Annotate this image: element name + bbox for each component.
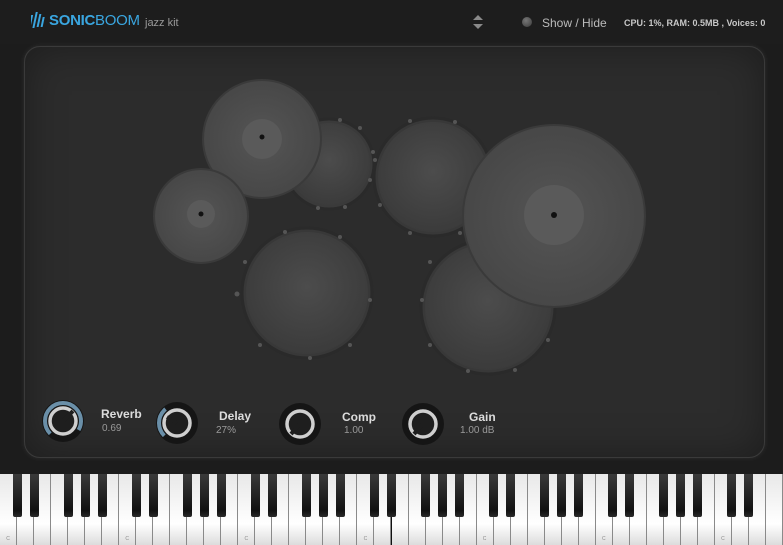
splash-cymbal[interactable] [153,168,249,264]
piano-black-key[interactable] [659,474,669,517]
show-hide-label[interactable]: Show / Hide [542,16,607,30]
piano-black-key[interactable] [301,474,311,517]
reverb-knob[interactable] [41,399,85,443]
piano-black-key[interactable] [574,474,584,517]
piano-black-key[interactable] [216,474,226,517]
comp-knob[interactable] [278,402,322,446]
piano-black-key[interactable] [540,474,550,517]
sonicboom-logo: SONICBOOM [31,11,140,29]
piano-black-key[interactable] [727,474,737,517]
preset-name[interactable]: jazz kit [145,17,179,29]
piano-black-key[interactable] [693,474,703,517]
piano-black-key[interactable] [80,474,90,517]
octave-c-label: C [721,536,725,542]
piano-white-key[interactable] [765,474,783,545]
piano-black-key[interactable] [12,474,22,517]
gain-knob[interactable] [401,402,445,446]
octave-c-label: C [601,536,606,542]
piano-black-key[interactable] [250,474,260,517]
comp-label: Comp [342,410,376,424]
brand-sonic: SONIC [49,11,96,29]
reverb-label: Reverb [101,407,142,421]
piano-keyboard: CCCCCCC [0,474,783,545]
piano-black-key[interactable] [744,474,754,517]
delay-knob[interactable] [155,401,199,445]
piano-black-key[interactable] [318,474,328,517]
piano-black-key[interactable] [369,474,379,517]
performance-stats: CPU: 1%, RAM: 0.5MB , Voices: 0 [624,18,766,28]
piano-black-key[interactable] [608,474,618,517]
show-hide-toggle[interactable] [522,17,532,27]
piano-black-key[interactable] [63,474,73,517]
octave-c-label: C [125,536,129,542]
octave-c-label: C [244,536,249,542]
piano-black-key[interactable] [625,474,635,517]
reverb-value: 0.69 [102,423,122,434]
delay-label: Delay [219,409,252,423]
octave-c-label: C [363,536,368,542]
piano-black-key[interactable] [182,474,192,517]
piano-black-key[interactable] [387,474,396,517]
delay-value: 27% [216,425,237,436]
piano-black-key[interactable] [29,474,39,517]
octave-c-label: C [482,536,487,542]
drum-kit-panel [24,46,765,458]
piano-black-key[interactable] [489,474,499,517]
logo-icon [31,12,45,28]
piano-black-key[interactable] [97,474,107,517]
piano-black-key[interactable] [148,474,158,517]
preset-selector-arrows-icon[interactable] [472,14,484,30]
piano-black-key[interactable] [557,474,567,517]
piano-black-key[interactable] [676,474,686,517]
piano-black-key[interactable] [421,474,431,517]
comp-value: 1.00 [344,425,364,436]
brand-boom: BOOM [95,11,140,29]
gain-value: 1.00 dB [460,425,495,436]
piano-black-key[interactable] [199,474,209,517]
piano-black-key[interactable] [131,474,141,517]
octave-c-label: C [6,536,10,542]
piano-black-key[interactable] [455,474,465,517]
ride-cymbal[interactable] [462,124,646,308]
piano-black-key[interactable] [506,474,516,517]
piano-black-key[interactable] [267,474,277,517]
plugin-header: SONICBOOM jazz kit Show / Hide CPU: 1%, … [0,0,783,44]
gain-label: Gain [469,410,496,424]
piano-black-key[interactable] [438,474,448,517]
piano-black-key[interactable] [335,474,345,517]
